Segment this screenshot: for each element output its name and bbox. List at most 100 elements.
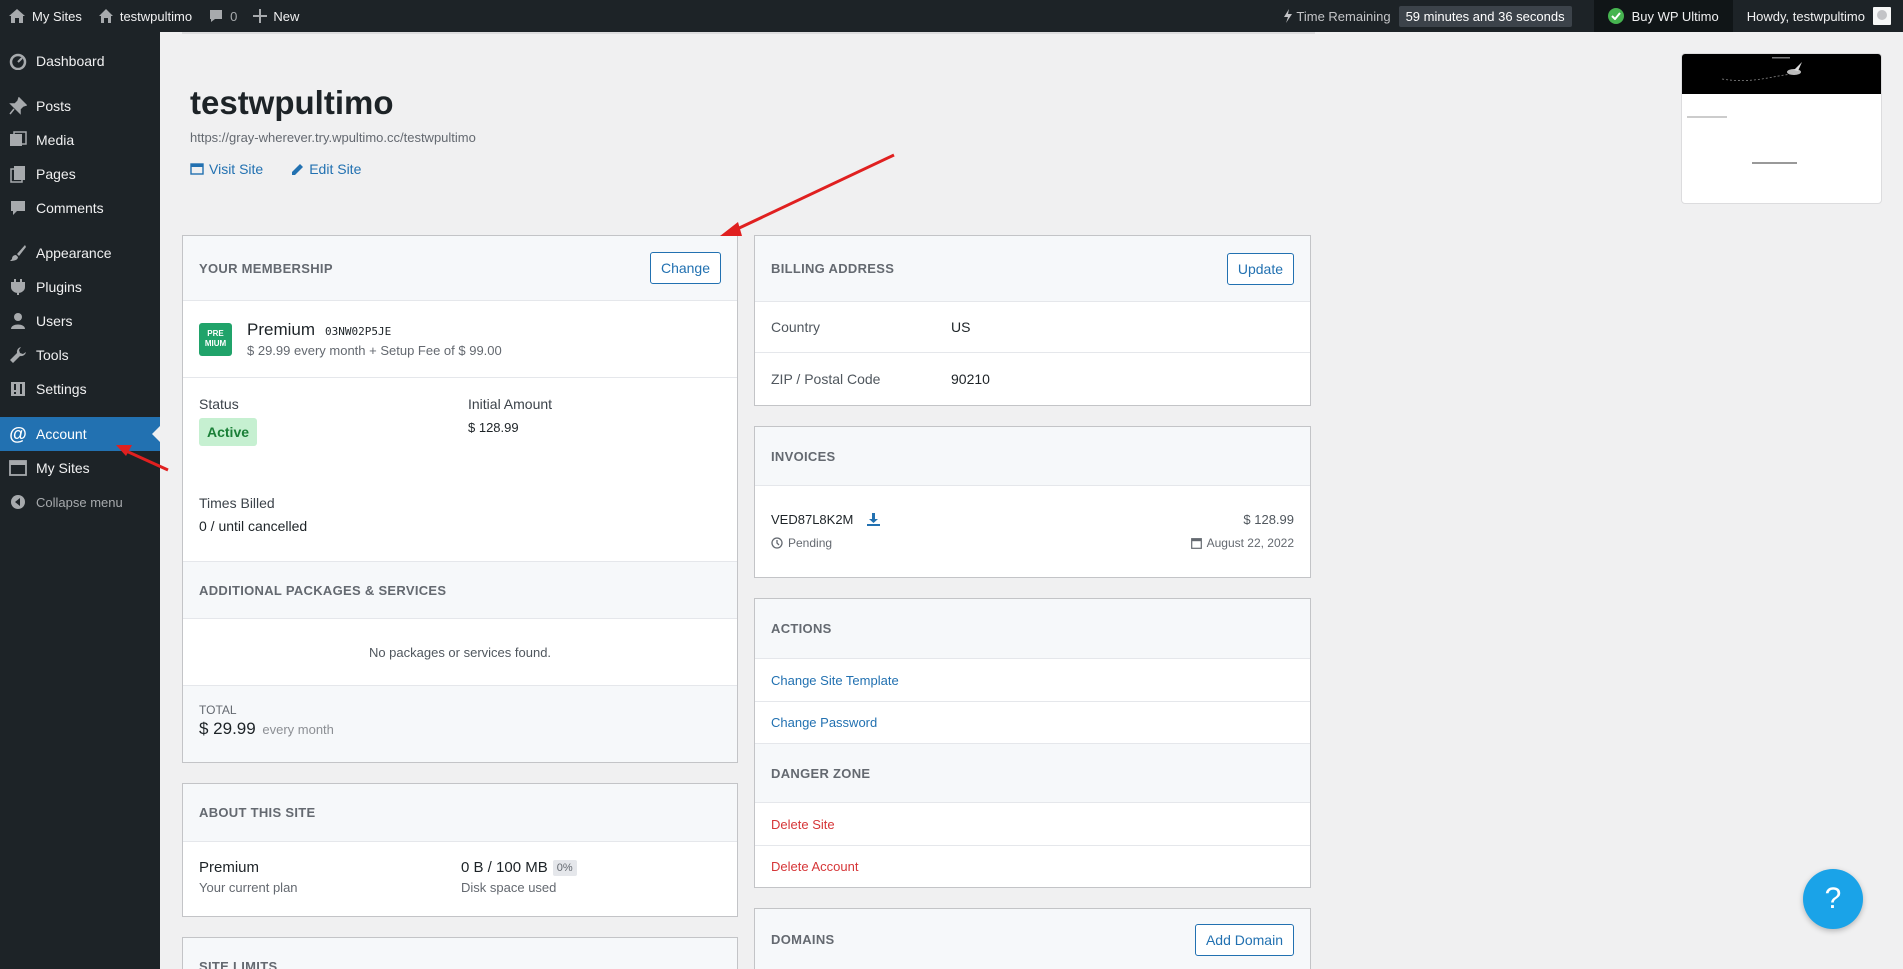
sidebar-item-my-sites[interactable]: My Sites [0, 451, 160, 485]
pin-icon [8, 96, 28, 116]
danger-zone-heading: DANGER ZONE [771, 765, 871, 781]
sidebar-item-dashboard[interactable]: Dashboard [0, 44, 160, 78]
invoice-status: Pending [788, 536, 833, 550]
membership-total: TOTAL $ 29.99 every month [183, 686, 737, 762]
thumbnail-text-line [1687, 116, 1727, 118]
plan-name: Premium [247, 320, 316, 339]
about-site-heading: ABOUT THIS SITE [199, 805, 316, 820]
invoices-heading: INVOICES [771, 448, 836, 464]
time-remaining: Time Remaining 59 minutes and 36 seconds [1275, 0, 1579, 32]
actions-card: ACTIONS Change Site Template Change Pass… [754, 598, 1311, 888]
billing-address-card: BILLING ADDRESS Update Country US ZIP / … [754, 235, 1311, 406]
admin-bar-new[interactable]: New [245, 0, 307, 32]
thumbnail-text-line [1752, 162, 1797, 164]
user-icon [8, 311, 28, 331]
sidebar-item-account[interactable]: @ Account [0, 417, 160, 451]
sidebar-item-plugins[interactable]: Plugins [0, 270, 160, 304]
help-button[interactable]: ? [1803, 869, 1863, 929]
sidebar-item-comments[interactable]: Comments [0, 191, 160, 225]
site-limits-heading: SITE LIMITS [199, 959, 278, 969]
billing-country-row: Country US [755, 302, 1310, 353]
sidebar-item-users[interactable]: Users [0, 304, 160, 338]
comment-icon [210, 10, 223, 22]
invoice-amount: $ 128.99 [1243, 512, 1294, 527]
about-site-header: ABOUT THIS SITE [183, 784, 737, 842]
settings-icon [8, 379, 28, 399]
sidebar-item-posts[interactable]: Posts [0, 89, 160, 123]
delete-account-link[interactable]: Delete Account [771, 859, 858, 874]
sidebar-item-settings[interactable]: Settings [0, 372, 160, 406]
admin-bar-account[interactable]: Howdy, testwpultimo [1733, 0, 1903, 32]
window-icon [190, 163, 204, 175]
howdy-label: Howdy, testwpultimo [1746, 8, 1865, 24]
sidebar-item-label: My Sites [36, 460, 90, 476]
zip-value: 90210 [951, 371, 990, 387]
at-icon: @ [9, 423, 27, 444]
invoice-row[interactable]: VED87L8K2M Pending $ 128.99 August 22, 2… [755, 486, 1310, 577]
initial-amount-label: Initial Amount [468, 396, 553, 412]
buy-wp-ultimo[interactable]: Buy WP Ultimo [1593, 0, 1733, 32]
site-preview-thumbnail[interactable] [1681, 53, 1882, 204]
delete-site-row: Delete Site [755, 803, 1310, 846]
premium-badge: PRE MIUM [199, 322, 232, 356]
sidebar-item-media[interactable]: Media [0, 123, 160, 157]
invoices-header: INVOICES [755, 427, 1310, 486]
domains-header: DOMAINS Add Domain [755, 909, 1310, 969]
delete-site-link[interactable]: Delete Site [771, 817, 835, 832]
admin-bar-site-label: testwpultimo [119, 8, 193, 24]
invoices-card: INVOICES VED87L8K2M Pending $ 128.99 Aug… [754, 426, 1311, 578]
admin-bar-site[interactable]: testwpultimo [90, 0, 200, 32]
change-site-template-link[interactable]: Change Site Template [771, 673, 899, 688]
initial-amount-value: $ 128.99 [468, 420, 519, 435]
billing-address-heading: BILLING ADDRESS [771, 261, 895, 276]
update-billing-button[interactable]: Update [1226, 252, 1294, 285]
collapse-menu[interactable]: Collapse menu [0, 485, 160, 519]
sidebar-item-tools[interactable]: Tools [0, 338, 160, 372]
disk-usage-percent: 0% [552, 859, 577, 876]
admin-bar: My Sites testwpultimo 0 New Time Remaini… [0, 0, 1903, 32]
sidebar-item-label: Settings [36, 381, 87, 397]
edit-site-label: Edit Site [309, 161, 362, 177]
sidebar-item-pages[interactable]: Pages [0, 157, 160, 191]
collapse-icon [8, 492, 28, 512]
sidebar-item-appearance[interactable]: Appearance [0, 236, 160, 270]
avatar [1873, 7, 1891, 25]
sidebar-item-label: Posts [36, 98, 72, 114]
calendar-icon [1190, 538, 1202, 549]
pencil-icon [292, 163, 304, 175]
pages-icon [8, 164, 28, 184]
edit-site-link[interactable]: Edit Site [291, 161, 361, 177]
clock-icon [771, 537, 783, 549]
dashboard-icon [8, 51, 28, 71]
sidebar-item-label: Comments [36, 200, 104, 216]
membership-card: YOUR MEMBERSHIP Change PRE MIUM Premium 0… [182, 235, 738, 763]
admin-bar-comments[interactable]: 0 [200, 0, 245, 32]
membership-details: Status Active Initial Amount $ 128.99 Ti… [183, 378, 737, 562]
admin-sidebar: Dashboard Posts Media Pages Comments App… [0, 32, 160, 969]
wrench-icon [8, 345, 28, 365]
badge-text: PRE [207, 329, 224, 338]
bolt-icon [1284, 9, 1293, 23]
disk-usage-value: 0 B / 100 MB [461, 859, 548, 876]
times-billed-label: Times Billed [199, 495, 275, 511]
add-domain-button[interactable]: Add Domain [1194, 923, 1294, 956]
membership-plan-row: PRE MIUM Premium 03NW02P5JE $ 29.99 every… [183, 301, 737, 378]
arrow-to-change-button [720, 153, 895, 236]
visit-site-link[interactable]: Visit Site [190, 161, 263, 177]
membership-code: 03NW02P5JE [325, 325, 392, 338]
delete-account-row: Delete Account [755, 846, 1310, 887]
sidebar-item-label: Appearance [36, 245, 112, 261]
change-password-link[interactable]: Change Password [771, 715, 877, 730]
sidebar-item-label: Dashboard [36, 53, 105, 69]
admin-bar-my-sites[interactable]: My Sites [0, 0, 90, 32]
time-remaining-value: 59 minutes and 36 seconds [1398, 5, 1572, 27]
packages-heading: ADDITIONAL PACKAGES & SERVICES [199, 582, 447, 598]
admin-bar-my-sites-label: My Sites [32, 8, 82, 24]
site-limits-card: SITE LIMITS [182, 937, 738, 969]
total-value: $ 29.99 [199, 719, 256, 738]
sidebar-item-label: Account [36, 426, 87, 442]
time-remaining-label: Time Remaining [1296, 8, 1391, 24]
download-icon[interactable] [867, 513, 881, 526]
my-sites-icon [9, 9, 25, 23]
change-membership-button[interactable]: Change [649, 252, 721, 284]
